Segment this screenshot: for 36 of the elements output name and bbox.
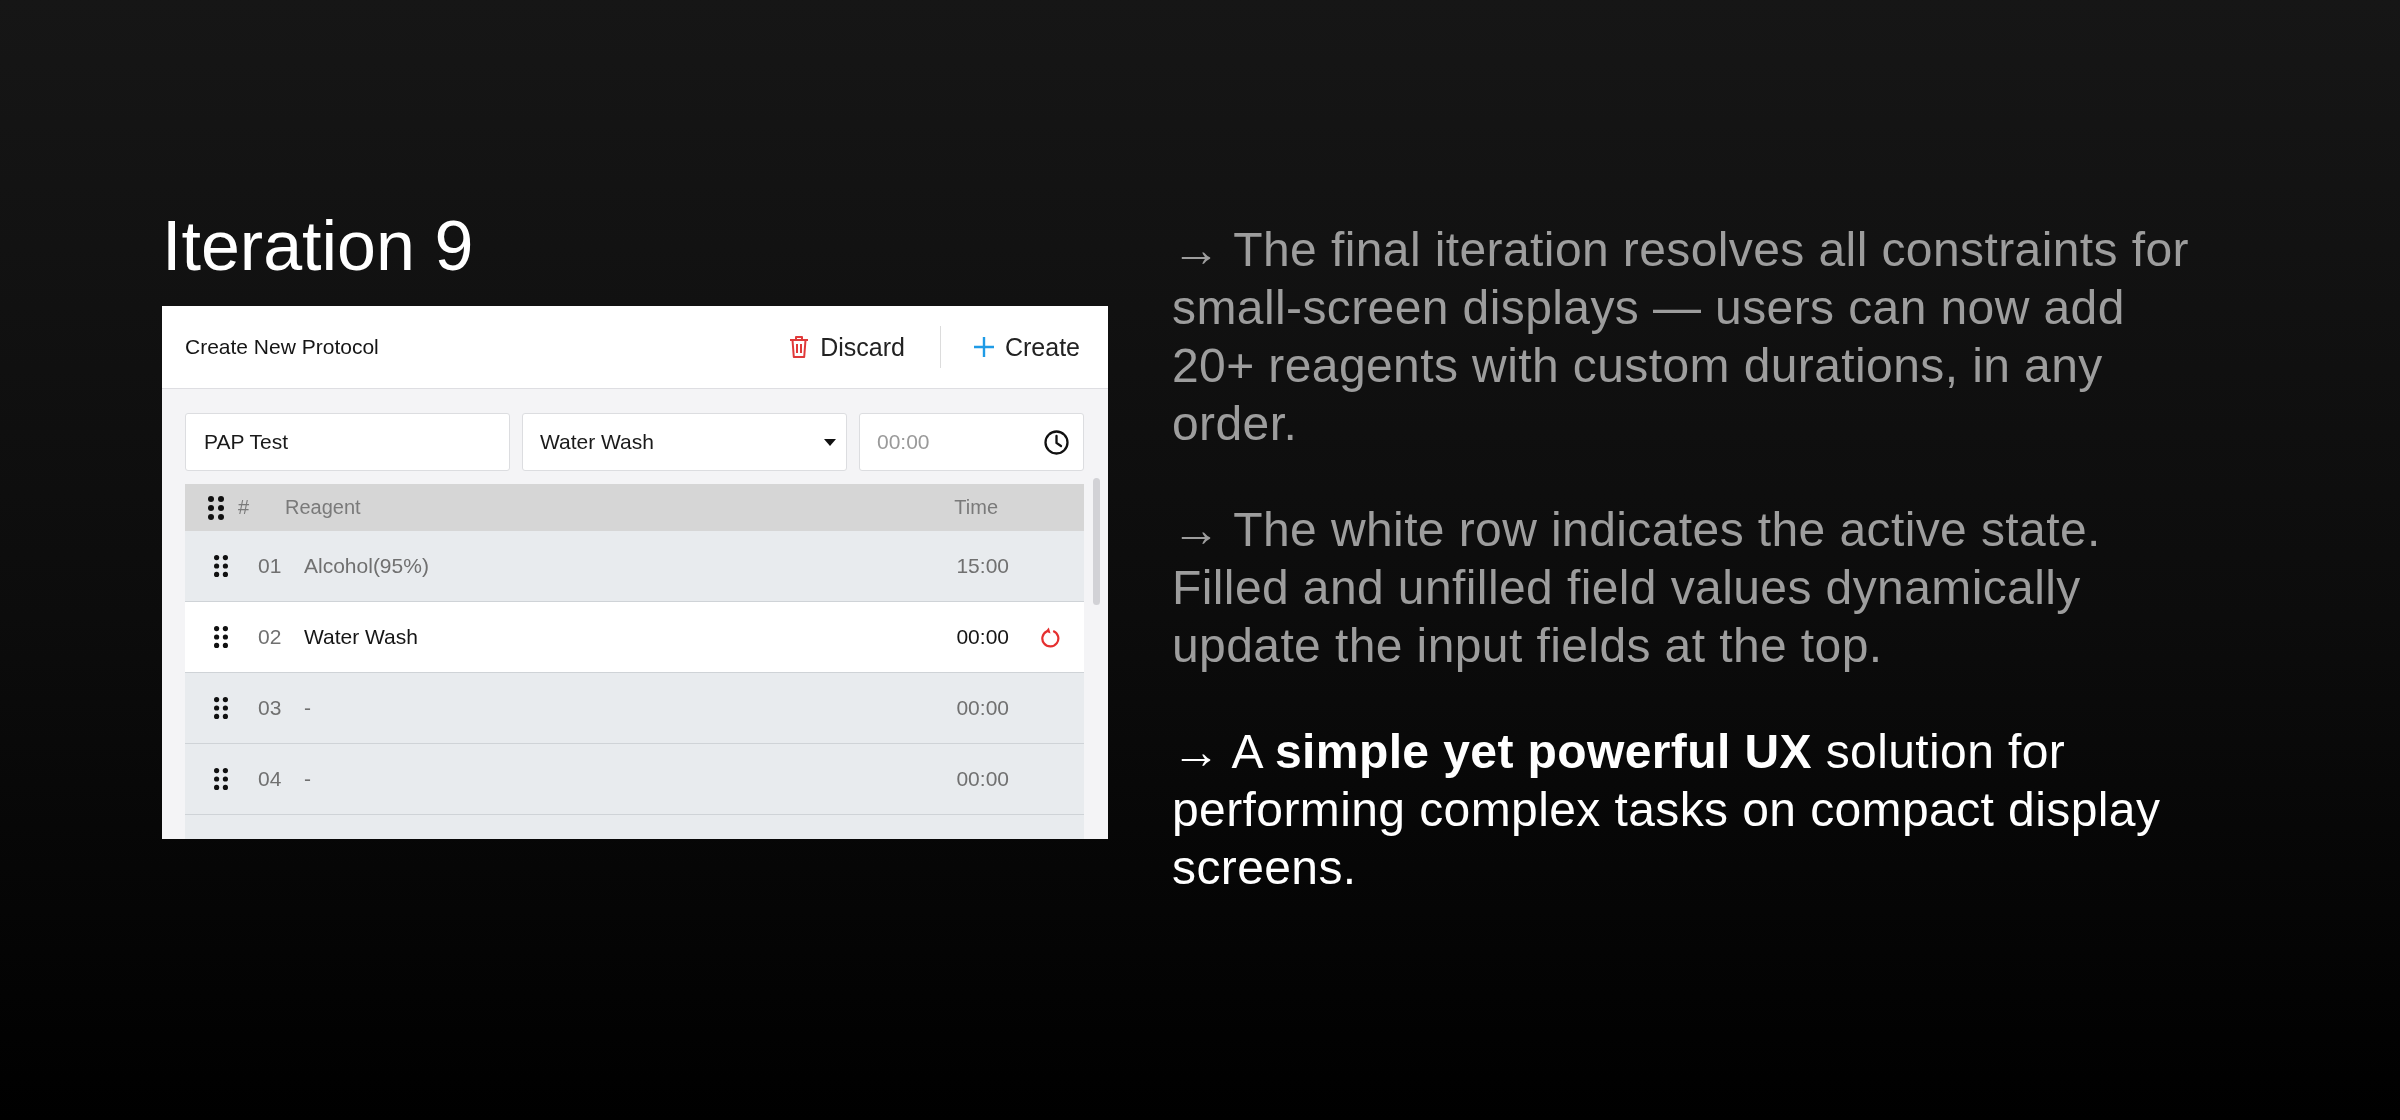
duration: 00:00 — [956, 625, 1009, 649]
duration: 00:00 — [956, 696, 1009, 720]
reagent-name: Water Wash — [304, 625, 419, 649]
drag-handle-icon[interactable] — [214, 768, 228, 790]
scrollbar-thumb[interactable] — [1093, 478, 1100, 605]
create-button[interactable]: Create — [973, 332, 1080, 362]
trash-icon — [789, 335, 810, 359]
row-number: 03 — [258, 696, 283, 720]
column-header: Time — [954, 496, 998, 519]
reagent-name: - — [304, 767, 312, 791]
discard-button[interactable]: Discard — [789, 332, 905, 362]
drag-handle-icon[interactable] — [214, 697, 228, 719]
caret-icon — [824, 438, 836, 446]
protocol-name-field[interactable]: PAP Test — [185, 413, 510, 471]
row-number: 04 — [258, 767, 283, 791]
description-paragraph: → A simple yet powerful UX solution for performing complex tasks on compact display screens. — [1172, 724, 2162, 896]
slide-title: Iteration 9 — [162, 206, 475, 287]
description-paragraph: → The final iteration resolves all constraints for small-screen displays — users can now add 20+ reagents with custom durations, in any order. — [1172, 222, 2190, 452]
reagent-select[interactable]: Water Wash — [522, 413, 847, 471]
duration: 15:00 — [956, 554, 1009, 578]
reagent-row[interactable]: 02 Water Wash 00:00 — [185, 602, 1084, 673]
row-number: 01 — [258, 554, 283, 578]
clock-icon[interactable] — [1044, 429, 1069, 455]
panel-title: Create New Protocol — [185, 335, 379, 359]
column-header: # — [238, 496, 251, 519]
reset-icon[interactable] — [1041, 626, 1060, 648]
column-header: Reagent — [285, 496, 362, 519]
drag-handle-icon[interactable] — [214, 626, 228, 648]
drag-handle-icon[interactable] — [214, 555, 228, 577]
plus-icon — [973, 337, 994, 357]
description-paragraph: → The white row indicates the active state. Filled and unfilled field values dynamically update the input fields at the top. — [1172, 502, 2102, 674]
reagent-name: Alcohol(95%) — [304, 554, 430, 578]
drag-handle-icon — [208, 495, 224, 520]
duration: 00:00 — [956, 767, 1009, 791]
reagent-name: - — [304, 696, 312, 720]
row-number: 02 — [258, 625, 283, 649]
